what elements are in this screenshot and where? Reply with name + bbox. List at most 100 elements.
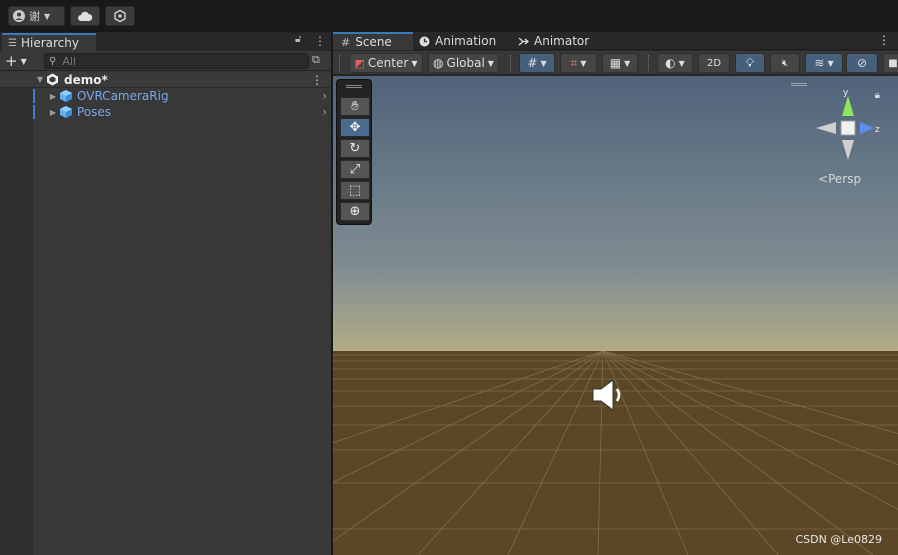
chevron-down-icon: ▼ bbox=[20, 56, 27, 66]
pivot-rotation-dropdown[interactable]: ◍ Global ▼ bbox=[428, 53, 499, 73]
list-icon: ☰ bbox=[8, 37, 17, 49]
persp-label: Persp bbox=[828, 172, 862, 186]
transform-tools-palette: ✋︎ ✥ ↻ ⤢ ⬚ ⊕ bbox=[336, 79, 372, 225]
list-item[interactable]: ▶ OVRCameraRig › bbox=[33, 88, 331, 104]
move-icon: ✥ bbox=[349, 120, 361, 135]
prefab-cube-icon bbox=[60, 106, 72, 118]
grid-snap-icon: # bbox=[527, 56, 538, 70]
tab-animator-label: Animator bbox=[534, 34, 590, 48]
scene-toolbar: ◩ Center ▼ ◍ Global ▼ # ▼ ⌗ ▼ ▦ ▼ ◐ ▼ 2D bbox=[333, 51, 898, 75]
scene-viewport[interactable]: ✋︎ ✥ ↻ ⤢ ⬚ ⊕ 🔒︎ y z <Persp CSDN @Le0829 bbox=[333, 76, 898, 555]
prefab-cube-icon bbox=[60, 90, 72, 102]
effects-dropdown[interactable]: ≋ ▼ bbox=[805, 53, 843, 73]
lock-icon[interactable]: 🔓︎ bbox=[295, 34, 301, 45]
grid-lines-icon: ▦ bbox=[609, 56, 622, 70]
account-button[interactable]: 谢 ▼ bbox=[8, 6, 65, 26]
main-toolbar: 谢 ▼ bbox=[0, 0, 898, 32]
create-button[interactable]: + ▼ bbox=[5, 52, 35, 70]
hand-tool-button[interactable]: ✋︎ bbox=[340, 97, 370, 116]
tab-animation[interactable]: Animation bbox=[411, 32, 511, 50]
rect-tool-button[interactable]: ⬚ bbox=[340, 181, 370, 200]
search-icon: ⚲ bbox=[49, 55, 57, 67]
chevron-right-icon[interactable]: › bbox=[322, 105, 327, 119]
transform-tool-button[interactable]: ⊕ bbox=[340, 202, 370, 221]
scale-tool-button[interactable]: ⤢ bbox=[340, 160, 370, 179]
more-menu-icon[interactable]: ⋮ bbox=[314, 34, 326, 48]
toggle-2d-button[interactable]: 2D bbox=[698, 53, 730, 73]
toolbar-grip bbox=[339, 55, 341, 71]
list-item-label: Poses bbox=[77, 105, 112, 119]
scene-root-row[interactable]: ▼ demo* ⋮ bbox=[0, 72, 331, 88]
lightbulb-icon: 💡︎ bbox=[745, 55, 755, 70]
hand-icon: ✋︎ bbox=[351, 99, 359, 114]
tab-scene[interactable]: # Scene bbox=[333, 32, 413, 50]
account-initial: 谢 bbox=[29, 10, 40, 23]
chevron-down-icon: ▼ bbox=[44, 11, 51, 21]
watermark-text: CSDN @Le0829 bbox=[795, 533, 882, 546]
add-label: + bbox=[5, 52, 18, 70]
toggle-2d-label: 2D bbox=[706, 57, 722, 69]
scene-visibility-button[interactable]: ⊘ bbox=[846, 53, 878, 73]
collab-icon bbox=[114, 10, 126, 22]
expand-caret-icon[interactable]: ▶ bbox=[47, 108, 59, 117]
more-menu-icon[interactable]: ⋮ bbox=[311, 73, 323, 87]
pivot-rotation-label: Global bbox=[446, 56, 485, 70]
snap-increment-button[interactable]: ⌗ ▼ bbox=[560, 53, 597, 73]
pivot-mode-label: Center bbox=[367, 56, 409, 70]
rotate-icon: ↻ bbox=[349, 141, 361, 156]
search-filter-icon[interactable]: ⧉ bbox=[312, 53, 326, 67]
move-tool-button[interactable]: ✥ bbox=[340, 118, 370, 137]
audio-source-icon[interactable] bbox=[591, 378, 627, 412]
collab-button[interactable] bbox=[105, 6, 135, 26]
chevron-left-icon: < bbox=[818, 172, 829, 186]
palette-grip[interactable] bbox=[346, 85, 362, 88]
hierarchy-tabbar: ☰ Hierarchy 🔓︎ ⋮ bbox=[0, 33, 331, 51]
globe-icon: ◍ bbox=[433, 56, 444, 70]
rect-icon: ⬚ bbox=[348, 183, 362, 198]
projection-toggle[interactable]: <Persp bbox=[818, 172, 861, 186]
lighting-toggle-button[interactable]: 💡︎ bbox=[735, 53, 765, 73]
chevron-down-icon: ▼ bbox=[540, 58, 547, 68]
scene-tabbar: # Scene Animation Animator ⋮ bbox=[333, 32, 898, 50]
grid-icon: # bbox=[341, 35, 351, 49]
camera-icon: ■ bbox=[888, 57, 898, 69]
shading-mode-dropdown[interactable]: ◐ ▼ bbox=[657, 53, 693, 73]
list-item[interactable]: ▶ Poses › bbox=[33, 104, 331, 120]
pivot-mode-dropdown[interactable]: ◩ Center ▼ bbox=[349, 53, 423, 73]
orientation-gizmo[interactable]: y z bbox=[808, 88, 888, 168]
tab-animation-label: Animation bbox=[435, 34, 497, 48]
audio-toggle-button[interactable]: 🔇︎ bbox=[770, 53, 800, 73]
tab-animator[interactable]: Animator bbox=[510, 32, 600, 50]
hierarchy-search-row: + ▼ ⚲ All ⧉ bbox=[0, 51, 331, 71]
grid-snap-button[interactable]: # ▼ bbox=[519, 53, 555, 73]
chevron-down-icon: ▼ bbox=[580, 58, 587, 68]
unity-scene-icon bbox=[47, 73, 58, 86]
eye-hidden-icon: ⊘ bbox=[856, 56, 868, 70]
gizmo-y-label: y bbox=[843, 88, 849, 98]
animator-icon bbox=[518, 37, 529, 45]
viewport-overlay-grip[interactable] bbox=[791, 83, 807, 86]
prefab-indicator bbox=[33, 89, 35, 103]
pivot-icon: ◩ bbox=[354, 56, 365, 70]
hierarchy-tree: ▼ demo* ⋮ ▶ OVRCameraRig › ▶ Poses › bbox=[0, 72, 331, 555]
chevron-right-icon[interactable]: › bbox=[322, 89, 327, 103]
chevron-down-icon: ▼ bbox=[624, 58, 631, 68]
toolbar-separator bbox=[510, 55, 511, 71]
cloud-button[interactable] bbox=[70, 6, 100, 26]
scene-panel: # Scene Animation Animator ⋮ ◩ Center ▼ … bbox=[333, 32, 898, 555]
tab-hierarchy[interactable]: ☰ Hierarchy bbox=[2, 33, 96, 51]
search-input[interactable]: ⚲ All bbox=[44, 53, 309, 69]
toolbar-separator bbox=[648, 55, 649, 71]
chevron-down-icon: ▼ bbox=[411, 58, 418, 68]
expand-caret-icon[interactable]: ▶ bbox=[47, 92, 59, 101]
scene-name: demo* bbox=[64, 72, 108, 87]
grid-toggle-button[interactable]: ▦ ▼ bbox=[602, 53, 638, 73]
snap-icon: ⌗ bbox=[570, 55, 578, 70]
search-placeholder: All bbox=[62, 54, 76, 68]
expand-caret-icon[interactable]: ▼ bbox=[34, 75, 46, 84]
camera-settings-button[interactable]: ■ bbox=[883, 53, 898, 73]
rotate-tool-button[interactable]: ↻ bbox=[340, 139, 370, 158]
more-menu-icon[interactable]: ⋮ bbox=[878, 33, 890, 47]
list-item-label: OVRCameraRig bbox=[77, 89, 169, 103]
hierarchy-tab-label: Hierarchy bbox=[20, 36, 79, 50]
